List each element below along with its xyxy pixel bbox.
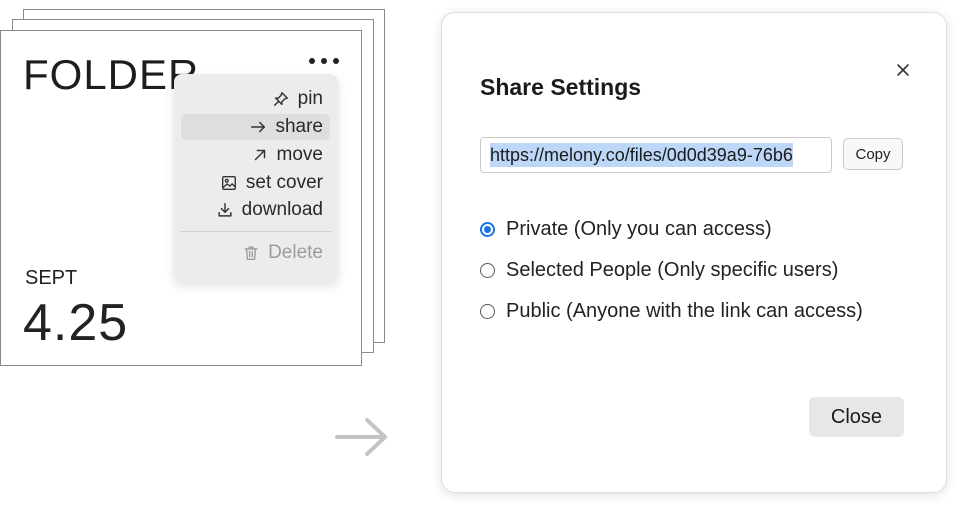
arrow-right-icon [251, 121, 266, 133]
arrow-up-right-icon [254, 149, 265, 161]
menu-item-label: download [241, 199, 323, 220]
folder-date-month: SEPT [25, 267, 78, 289]
copy-button[interactable]: Copy [843, 138, 903, 170]
menu-item-delete[interactable]: Delete [242, 240, 323, 266]
flow-arrow-icon [335, 418, 387, 456]
access-option-selected-people[interactable]: Selected People (Only specific users) [480, 257, 838, 283]
more-options-icon[interactable] [307, 51, 341, 71]
menu-item-label: share [275, 116, 323, 137]
menu-item-pin[interactable]: pin [272, 86, 323, 112]
menu-item-move[interactable]: move [251, 142, 323, 168]
context-menu: pin share move set cover download Delete [174, 74, 338, 282]
folder-title: FOLDER [23, 51, 200, 98]
close-button[interactable]: Close [809, 397, 904, 437]
radio-selected-people[interactable] [480, 262, 495, 278]
menu-item-set-cover[interactable]: set cover [220, 170, 323, 196]
menu-item-download[interactable]: download [216, 197, 323, 223]
menu-item-label: set cover [245, 172, 323, 193]
access-option-label: Public (Anyone with the link can access) [506, 299, 863, 322]
download-icon [218, 202, 232, 217]
share-url-field[interactable]: https://melony.co/files/0d0d39a9-76b6 [480, 137, 832, 173]
image-icon [221, 176, 236, 190]
close-icon[interactable] [893, 60, 913, 80]
dialog-title: Share Settings [480, 74, 642, 100]
menu-item-share[interactable]: share [181, 114, 330, 140]
radio-private[interactable] [480, 221, 495, 237]
share-url-text: https://melony.co/files/0d0d39a9-76b6 [490, 143, 793, 167]
access-option-label: Selected People (Only specific users) [506, 258, 839, 281]
radio-public[interactable] [480, 303, 495, 319]
access-option-public[interactable]: Public (Anyone with the link can access) [480, 298, 863, 324]
share-settings-dialog: Share Settings https://melony.co/files/0… [441, 12, 947, 493]
menu-item-label: Delete [268, 242, 323, 263]
folder-date-day: 4.25 [23, 294, 129, 352]
access-option-label: Private (Only you can access) [506, 217, 772, 240]
menu-item-label: pin [297, 88, 323, 109]
menu-item-label: move [276, 144, 323, 165]
menu-divider [181, 231, 331, 232]
pin-icon [273, 91, 288, 107]
trash-icon [244, 246, 258, 260]
access-option-private[interactable]: Private (Only you can access) [480, 216, 772, 242]
